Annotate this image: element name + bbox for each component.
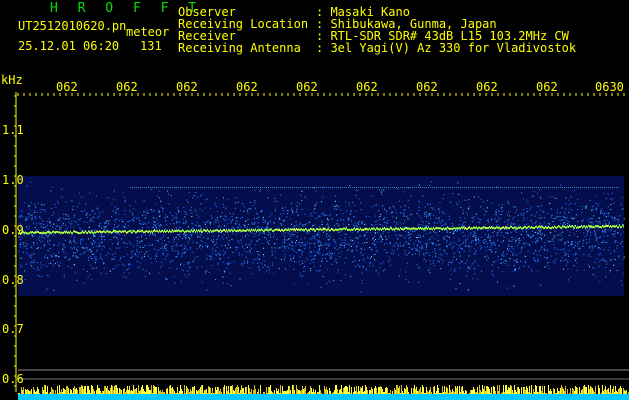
file-count: 131 [140,39,162,53]
antenna-value: : 3el Yagi(V) Az 330 for Vladivostok [316,41,577,55]
y-tick-label: 0.9 [2,223,24,237]
time-tick-label: 062 [56,80,78,94]
file-timestamp: 25.12.01 06:20 [18,39,120,53]
time-tick-label: 062 [356,80,378,94]
file-name: UT2512010620.pn [18,19,127,33]
time-tick-label: 062 [116,80,138,94]
file-type: meteor [126,25,170,39]
unit-label: kHz [1,73,23,87]
time-tick-label: 062 [296,80,318,94]
y-tick-label: 0.8 [2,273,24,287]
spectrogram-window: H R O F F T UT2512010620.pn meteor 25.12… [0,0,629,400]
noise-band [18,176,625,296]
spectrogram-plot [14,92,629,400]
time-tick-label: 062 [416,80,438,94]
y-tick-label: 1.0 [2,173,24,187]
time-tick-label: 062 [176,80,198,94]
antenna-label: Receiving Antenna [178,41,301,55]
signal-level-bars [18,385,629,400]
time-tick-label: 0630 [595,80,624,94]
y-axis [14,92,17,392]
y-tick-label: 0.6 [2,372,24,386]
time-tick-label: 062 [476,80,498,94]
time-axis [17,93,625,96]
time-tick-label: 062 [536,80,558,94]
y-tick-label: 1.1 [2,123,24,137]
y-tick-label: 0.7 [2,322,24,336]
time-tick-label: 062 [236,80,258,94]
